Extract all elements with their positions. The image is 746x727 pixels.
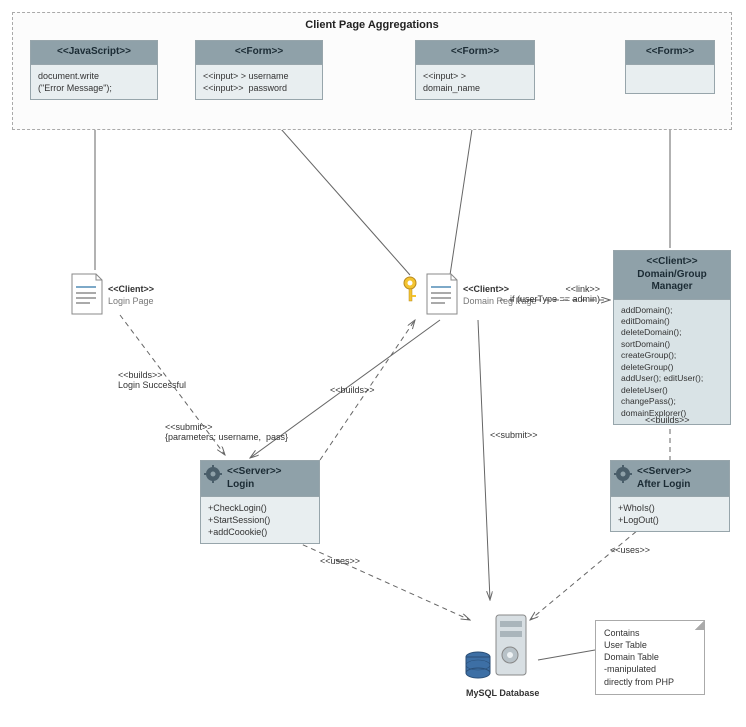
title: Login	[227, 479, 254, 490]
label-submit-2: <<submit>>	[490, 430, 538, 440]
gear-icon	[614, 465, 632, 485]
box-body	[626, 65, 714, 93]
stereo: <<Client>>	[646, 256, 697, 267]
stereo: <<Server>>	[227, 466, 282, 477]
document-icon	[70, 272, 104, 316]
box-javascript: <<JavaScript>> document.write ("Error Me…	[30, 40, 158, 100]
label-builds-3: <<builds>>	[645, 415, 690, 425]
database-label: MySQL Database	[466, 688, 539, 698]
label-builds-login: <<builds>> Login Successful	[118, 370, 186, 390]
stereotype-title: <<Client>> Domain/Group Manager	[614, 251, 730, 300]
label-uses-1: <<uses>>	[320, 556, 360, 566]
box-body: +CheckLogin() +StartSession() +addCoooki…	[201, 497, 319, 543]
gear-icon	[204, 465, 222, 485]
label-uses-2: <<uses>>	[610, 545, 650, 555]
box-body: addDomain(); editDomain() deleteDomain()…	[614, 300, 730, 425]
client-domain-stereo: <<Client>>	[463, 284, 509, 294]
title: Domain/Group Manager	[637, 269, 706, 293]
stereo: <<Server>>	[637, 466, 692, 477]
note-body: Contains User Table Domain Table -manipu…	[604, 628, 674, 687]
database-server-icon	[460, 605, 540, 687]
box-form-domain: <<Form>> <<input> > domain_name	[415, 40, 535, 100]
stereotype: <<Form>>	[196, 41, 322, 65]
box-body: <<input> > username <<input>> password	[196, 65, 322, 99]
note-fold-icon	[695, 620, 705, 630]
label-link: <<link>> if (userType == admin)	[510, 284, 600, 304]
label-builds-2: <<builds>>	[330, 385, 375, 395]
client-login-name: Login Page	[108, 296, 154, 306]
client-login-stereo: <<Client>>	[108, 284, 154, 294]
note: Contains User Table Domain Table -manipu…	[595, 620, 705, 695]
document-icon	[425, 272, 459, 316]
box-body: <<input> > domain_name	[416, 65, 534, 99]
title: After Login	[637, 479, 690, 490]
aggregation-title: Client Page Aggregations	[13, 19, 731, 31]
box-body: document.write ("Error Message");	[31, 65, 157, 99]
key-icon	[402, 275, 424, 305]
box-body: +WhoIs() +LogOut()	[611, 497, 729, 531]
box-manager: <<Client>> Domain/Group Manager addDomai…	[613, 250, 731, 425]
stereotype: <<Form>>	[626, 41, 714, 65]
label-submit-params: <<submit>> {parameters: username, pass}	[165, 422, 288, 442]
box-form-login: <<Form>> <<input> > username <<input>> p…	[195, 40, 323, 100]
stereotype: <<Form>>	[416, 41, 534, 65]
box-form-empty: <<Form>>	[625, 40, 715, 94]
stereotype: <<JavaScript>>	[31, 41, 157, 65]
